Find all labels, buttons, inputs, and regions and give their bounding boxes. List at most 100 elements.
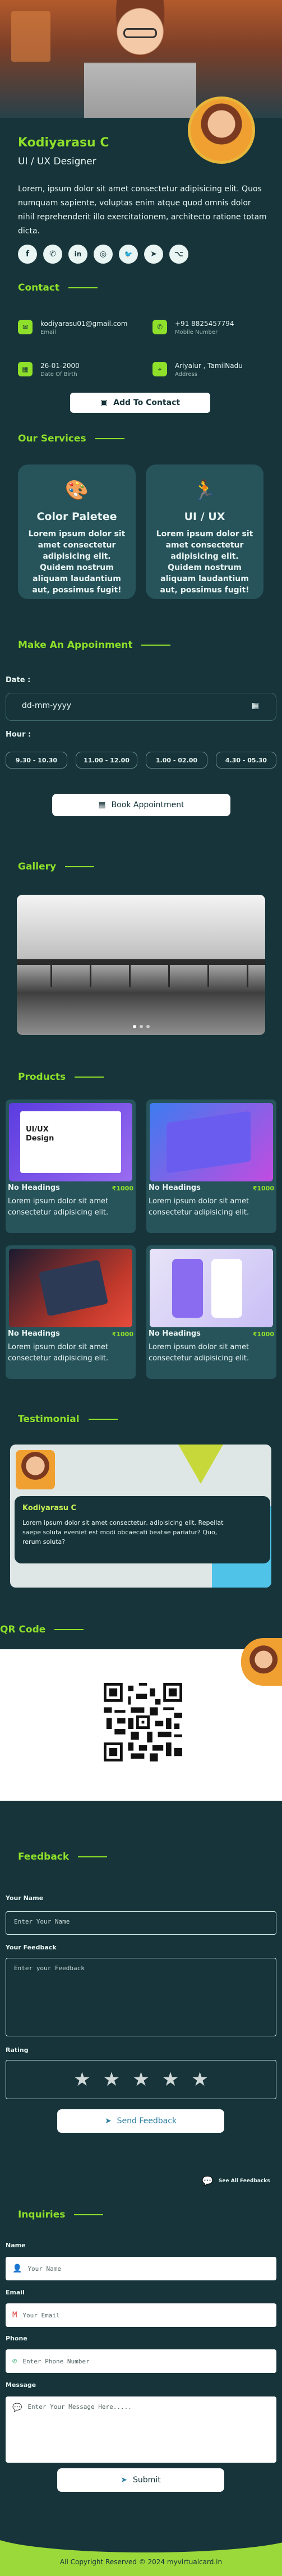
carousel-dot[interactable]: [146, 1025, 150, 1028]
qr-section-title: QR Code: [0, 1624, 84, 1635]
contact-section-title: Contact: [18, 282, 98, 293]
product-desc: Lorem ipsum dolor sit amet consectetur a…: [149, 1343, 249, 1363]
add-to-contact-label: Add To Contact: [113, 398, 181, 407]
see-all-label: See All Feedbacks: [218, 2178, 270, 2184]
testimonial-title-text: Testimonial: [18, 1414, 80, 1425]
time-slot[interactable]: 1.00 - 02.00: [146, 752, 207, 769]
send-feedback-button[interactable]: ➤ Send Feedback: [57, 2109, 224, 2133]
phone-icon: ✆: [152, 320, 167, 334]
product-image: [150, 1249, 273, 1327]
instagram-icon[interactable]: ◎: [94, 245, 113, 264]
phone-label: Mobile Number: [175, 329, 218, 335]
testimonial-name: Kodiyarasu C: [22, 1504, 77, 1512]
inq-phone-input[interactable]: ✆ Enter Phone Number: [6, 2349, 276, 2373]
inq-email-input[interactable]: M Your Email: [6, 2303, 276, 2327]
inq-message-placeholder: Enter Your Message Here.....: [27, 2403, 132, 2411]
product-card[interactable]: UI/UX Design No Headings ₹1000 Lorem ips…: [6, 1100, 136, 1233]
feedback-name-input[interactable]: Enter Your Name: [6, 1911, 276, 1935]
product-card[interactable]: No Headings ₹1000 Lorem ipsum dolor sit …: [146, 1245, 276, 1379]
title-divider: [75, 1077, 104, 1078]
phone-value[interactable]: +91 8825457794: [175, 320, 234, 328]
service-title: UI / UX: [184, 510, 225, 523]
star-icon[interactable]: ★: [162, 2068, 179, 2091]
title-divider: [65, 866, 95, 867]
submit-button[interactable]: ➤ Submit: [57, 2468, 224, 2492]
rating-stars[interactable]: ★ ★ ★ ★ ★: [6, 2060, 276, 2099]
service-card: 🎨 Color Paletee Lorem ipsum dolor sit am…: [18, 464, 136, 599]
feedback-name-placeholder: Enter Your Name: [14, 1918, 70, 1925]
facebook-icon[interactable]: f: [18, 245, 37, 264]
add-to-contact-button[interactable]: ▣ Add To Contact: [70, 393, 210, 413]
product-title: No Headings: [149, 1330, 201, 1338]
book-appointment-button[interactable]: ▦ Book Appointment: [52, 794, 230, 816]
appointment-section-title: Make An Appoinment: [18, 640, 171, 651]
carousel-dot[interactable]: [139, 1025, 143, 1028]
gallery-section-title: Gallery: [18, 861, 95, 872]
star-icon[interactable]: ★: [73, 2068, 90, 2091]
telegram-icon[interactable]: ➤: [144, 245, 163, 264]
avatar: [188, 96, 255, 164]
product-desc: Lorem ipsum dolor sit amet consectetur a…: [8, 1343, 109, 1363]
date-picker-input[interactable]: dd-mm-yyyy ▦: [6, 693, 276, 721]
see-all-feedbacks-link[interactable]: 💬 See All Feedbacks: [202, 2175, 270, 2186]
inq-email-label: Email: [6, 2289, 25, 2296]
feedback-name-label: Your Name: [6, 1894, 44, 1902]
qr-title-text: QR Code: [0, 1624, 46, 1635]
phone-icon: ✆: [12, 2357, 17, 2366]
time-slot[interactable]: 4.30 - 05.30: [216, 752, 276, 769]
gallery-carousel[interactable]: [17, 895, 265, 1035]
testimonial-bubble: Kodiyarasu C Lorem ipsum dolor sit amet …: [15, 1496, 270, 1563]
product-card[interactable]: No Headings ₹1000 Lorem ipsum dolor sit …: [146, 1100, 276, 1233]
time-slot[interactable]: 9.30 - 10.30: [6, 752, 67, 769]
star-icon[interactable]: ★: [191, 2068, 208, 2091]
github-icon[interactable]: ⌥: [169, 245, 188, 264]
title-divider: [88, 1419, 118, 1420]
appointment-title-text: Make An Appoinment: [18, 640, 133, 651]
linkedin-icon[interactable]: in: [68, 245, 87, 264]
testimonial-card: Kodiyarasu C Lorem ipsum dolor sit amet …: [10, 1445, 271, 1588]
product-image: [150, 1103, 273, 1181]
star-icon[interactable]: ★: [132, 2068, 149, 2091]
address-label: Address: [175, 371, 197, 378]
hero-banner: [0, 0, 282, 118]
twitter-icon[interactable]: 🐦: [119, 245, 138, 264]
product-title: No Headings: [8, 1330, 60, 1338]
email-value[interactable]: kodiyarasu01@gmail.com: [40, 320, 127, 328]
title-divider: [78, 1856, 108, 1857]
product-desc: Lorem ipsum dolor sit amet consectetur a…: [8, 1197, 109, 1217]
service-desc: Lorem ipsum dolor sit amet consectetur a…: [28, 530, 126, 595]
products-section-title: Products: [18, 1071, 104, 1083]
service-card: 🏃 UI / UX Lorem ipsum dolor sit amet con…: [146, 464, 263, 599]
title-divider: [95, 438, 124, 439]
email-icon: ✉: [18, 320, 33, 334]
hero-glasses: [123, 28, 157, 38]
product-card[interactable]: No Headings ₹1000 Lorem ipsum dolor sit …: [6, 1245, 136, 1379]
testimonial-section-title: Testimonial: [18, 1414, 118, 1425]
calendar-icon[interactable]: ▦: [252, 701, 259, 710]
inquiries-title-text: Inquiries: [18, 2209, 66, 2220]
dob-value: 26-01-2000: [40, 362, 80, 370]
carousel-dot[interactable]: [132, 1025, 136, 1028]
inq-message-textarea[interactable]: 💬 Enter Your Message Here.....: [6, 2396, 276, 2463]
inq-name-placeholder: Your Name: [27, 2265, 62, 2273]
feedback-textarea[interactable]: Enter your Feedback: [6, 1958, 276, 2036]
product-desc: Lorem ipsum dolor sit amet consectetur a…: [149, 1197, 249, 1217]
product-image: UI/UX Design: [9, 1103, 132, 1181]
inq-name-input[interactable]: 👤 Your Name: [6, 2257, 276, 2280]
email-label: Email: [40, 329, 56, 335]
address-value: Ariyalur , TamilNadu: [175, 362, 243, 370]
book-appointment-label: Book Appointment: [111, 801, 184, 809]
products-title-text: Products: [18, 1071, 66, 1083]
inq-phone-placeholder: Enter Phone Number: [22, 2357, 90, 2365]
inq-name-label: Name: [6, 2242, 26, 2249]
testimonial-text: Lorem ipsum dolor sit amet consectetur, …: [22, 1519, 224, 1545]
time-slot[interactable]: 11.00 - 12.00: [76, 752, 137, 769]
testimonial-avatar: [16, 1450, 55, 1489]
whatsapp-icon[interactable]: ✆: [43, 245, 62, 264]
product-title: No Headings: [149, 1184, 201, 1192]
star-icon[interactable]: ★: [103, 2068, 120, 2091]
message-icon: 💬: [12, 2403, 22, 2412]
product-image: [9, 1249, 132, 1327]
carousel-dots[interactable]: [17, 1025, 265, 1028]
inq-email-placeholder: Your Email: [22, 2311, 60, 2319]
